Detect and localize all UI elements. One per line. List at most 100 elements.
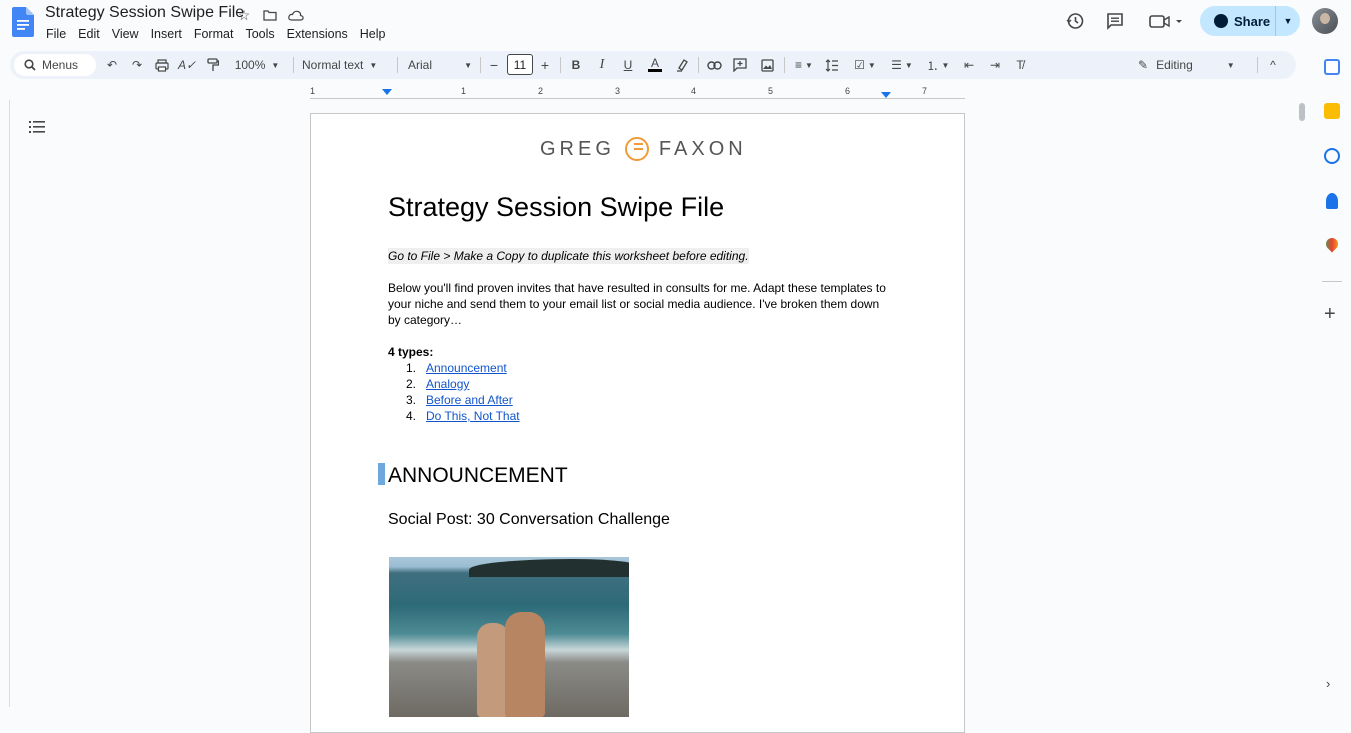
bulleted-list-icon[interactable]: ☰ ▼ <box>886 55 918 75</box>
toolbar-divider <box>480 57 481 73</box>
horizontal-ruler[interactable]: 1 1 2 3 4 5 6 7 <box>310 86 965 100</box>
document-outline-icon[interactable] <box>28 119 46 135</box>
font-value: Arial <box>408 58 433 72</box>
menu-edit[interactable]: Edit <box>72 26 106 42</box>
list-item: 4. Do This, Not That <box>388 408 520 424</box>
decrease-indent-icon[interactable]: ⇤ <box>960 55 978 75</box>
keep-icon[interactable] <box>1324 103 1340 119</box>
list-number: 3. <box>405 393 416 407</box>
top-bar: Strategy Session Swipe File ☆ File Edit … <box>0 0 1351 48</box>
checklist-icon[interactable]: ☑ ▼ <box>849 55 881 75</box>
increase-font-size-icon[interactable]: + <box>538 55 552 75</box>
scrollbar-thumb[interactable] <box>1299 103 1305 121</box>
menu-format[interactable]: Format <box>188 26 240 42</box>
copy-instruction: Go to File > Make a Copy to duplicate th… <box>388 248 749 264</box>
menus-label: Menus <box>42 58 79 72</box>
increase-indent-icon[interactable]: ⇥ <box>986 55 1004 75</box>
ruler-mark: 7 <box>922 86 928 96</box>
toolbar-divider <box>784 57 785 73</box>
document-page[interactable]: GREG FAXON Strategy Session Swipe File G… <box>310 113 965 733</box>
menu-tools[interactable]: Tools <box>239 26 280 42</box>
search-menus-input[interactable]: Menus <box>14 54 96 76</box>
link-before-and-after[interactable]: Before and After <box>426 392 513 408</box>
show-side-panel-icon[interactable]: › <box>1326 676 1330 691</box>
calendar-icon[interactable] <box>1324 59 1340 75</box>
ruler-mark: 1 <box>461 86 467 96</box>
share-dropdown-icon[interactable]: ▼ <box>1276 16 1300 26</box>
align-left-icon[interactable]: ≡ ▼ <box>790 55 818 75</box>
comments-icon[interactable] <box>1104 10 1126 32</box>
menu-help[interactable]: Help <box>354 26 392 42</box>
numbered-list-icon[interactable]: ⒈ ▼ <box>922 55 954 75</box>
chevron-down-icon: ▼ <box>904 60 913 70</box>
link-announcement[interactable]: Announcement <box>426 360 507 376</box>
chevron-down-icon: ▼ <box>464 60 472 70</box>
add-comment-icon[interactable] <box>731 55 749 75</box>
share-button[interactable]: Share <box>1200 6 1276 36</box>
contacts-icon[interactable] <box>1326 193 1338 209</box>
link-do-this-not-that[interactable]: Do This, Not That <box>426 408 520 424</box>
chevron-down-icon: ▼ <box>941 60 950 70</box>
brand-logo: GREG FAXON <box>540 137 747 161</box>
list-item: 1. Announcement <box>388 360 520 376</box>
globe-icon <box>1214 14 1228 28</box>
zoom-select[interactable]: 100% ▼ <box>232 55 282 75</box>
underline-icon[interactable]: U <box>619 55 637 75</box>
tasks-icon[interactable] <box>1324 148 1340 164</box>
document-heading: Strategy Session Swipe File <box>388 192 725 222</box>
undo-icon[interactable]: ↶ <box>102 55 122 75</box>
move-folder-icon[interactable] <box>260 6 280 24</box>
types-list: 1. Announcement 2. Analogy 3. Before and Af… <box>388 360 520 424</box>
get-addons-icon[interactable]: + <box>1324 304 1336 324</box>
spellcheck-icon[interactable]: A✓ <box>177 55 197 75</box>
redo-icon[interactable]: ↷ <box>127 55 147 75</box>
insert-link-icon[interactable] <box>705 55 723 75</box>
hide-menus-icon[interactable]: ^ <box>1265 55 1281 75</box>
maps-icon[interactable] <box>1323 235 1341 253</box>
ruler-baseline <box>310 98 965 99</box>
search-icon <box>24 59 36 71</box>
insert-image-icon[interactable] <box>758 55 776 75</box>
subsection-heading: Social Post: 30 Conversation Challenge <box>388 511 670 528</box>
print-icon[interactable] <box>152 55 172 75</box>
cloud-saved-icon[interactable] <box>286 6 306 24</box>
menu-file[interactable]: File <box>40 26 72 42</box>
star-icon[interactable]: ☆ <box>234 6 254 24</box>
left-indent-marker[interactable] <box>382 89 392 95</box>
decrease-font-size-icon[interactable]: − <box>487 55 501 75</box>
logo-mark-icon <box>624 137 649 161</box>
font-size-input[interactable]: 11 <box>507 54 533 75</box>
beach-photo[interactable] <box>389 557 629 717</box>
line-spacing-icon[interactable] <box>823 55 841 75</box>
toolbar-divider <box>293 57 294 73</box>
types-label: 4 types: <box>388 345 434 359</box>
ruler-mark: 4 <box>691 86 697 96</box>
text-color-icon[interactable]: A <box>646 55 664 75</box>
toolbar-divider <box>397 57 398 73</box>
ruler-mark: 1 <box>310 86 316 96</box>
document-title[interactable]: Strategy Session Swipe File <box>45 4 244 22</box>
version-history-icon[interactable] <box>1064 10 1086 32</box>
menu-extensions[interactable]: Extensions <box>281 26 354 42</box>
share-label: Share <box>1234 13 1271 29</box>
link-analogy[interactable]: Analogy <box>426 376 469 392</box>
highlight-color-icon[interactable] <box>673 55 691 75</box>
docs-logo-icon[interactable] <box>12 7 34 37</box>
account-avatar[interactable] <box>1312 8 1338 34</box>
vertical-ruler[interactable] <box>0 100 10 707</box>
ruler-mark: 3 <box>615 86 621 96</box>
paragraph-style-select[interactable]: Normal text ▼ <box>302 55 386 75</box>
chevron-down-icon: ▼ <box>867 60 876 70</box>
bold-icon[interactable]: B <box>567 55 585 75</box>
font-select[interactable]: Arial ▼ <box>408 55 472 75</box>
clear-formatting-icon[interactable]: T̸ <box>1011 55 1029 75</box>
chevron-down-icon: ▼ <box>271 60 280 70</box>
list-number: 1. <box>405 361 416 375</box>
menu-view[interactable]: View <box>106 26 145 42</box>
ruler-mark: 2 <box>538 86 544 96</box>
editing-mode-select[interactable]: ✎ Editing ▼ <box>1138 55 1248 75</box>
italic-icon[interactable]: I <box>593 55 611 75</box>
menu-insert[interactable]: Insert <box>145 26 188 42</box>
meet-icon[interactable] <box>1148 10 1184 32</box>
paint-format-icon[interactable] <box>203 55 223 75</box>
